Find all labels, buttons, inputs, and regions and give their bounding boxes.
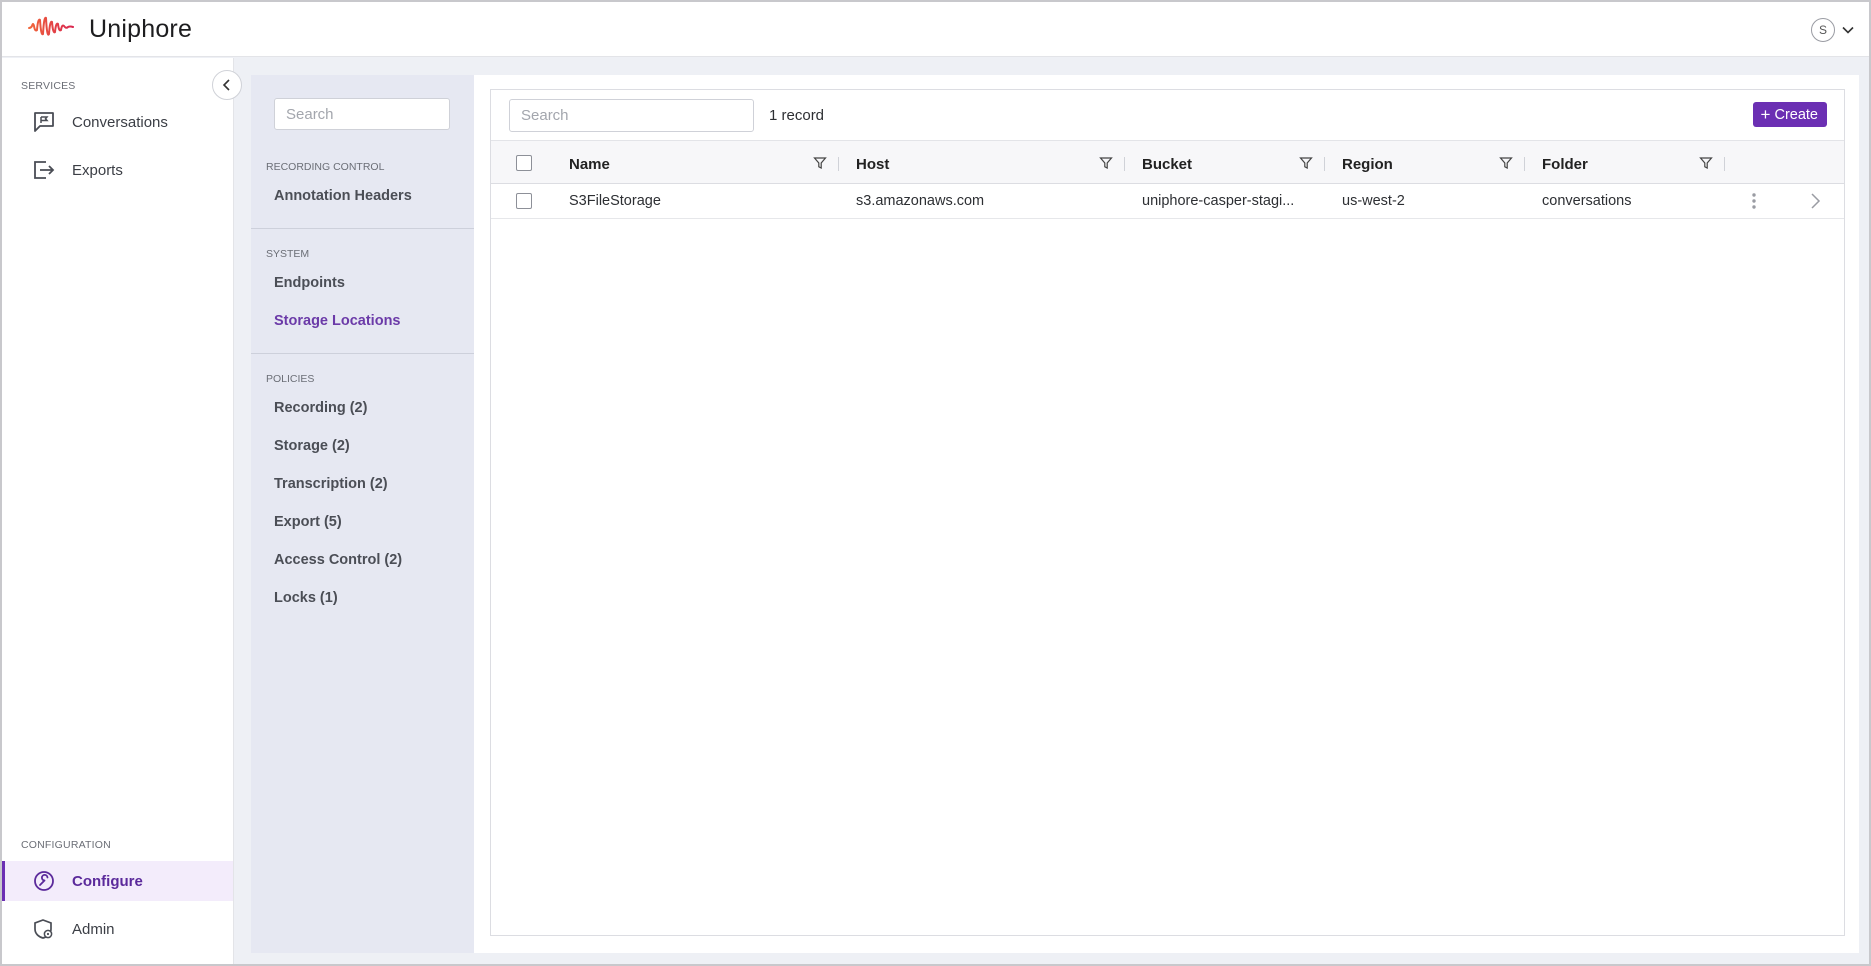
grid-search-input[interactable] (509, 99, 754, 132)
left-sidebar: SERVICES Conversations Exports CONFIGURA… (2, 58, 234, 964)
grid-toolbar: 1 record + Create (491, 90, 1844, 140)
create-button[interactable]: + Create (1752, 102, 1827, 127)
cell-name: S3FileStorage (569, 193, 661, 209)
subnav-item-access-control[interactable]: Access Control (2) (274, 552, 402, 568)
sidebar-item-label: Conversations (72, 113, 168, 131)
subnav-item-endpoints[interactable]: Endpoints (274, 275, 345, 291)
subnav-item-recording[interactable]: Recording (2) (274, 400, 367, 416)
top-bar: Uniphore S (2, 2, 1869, 57)
column-separator[interactable] (1524, 157, 1525, 171)
brand-name: Uniphore (89, 15, 193, 43)
cell-region: us-west-2 (1342, 193, 1405, 209)
chevron-right-icon[interactable] (1809, 192, 1821, 210)
sidebar-item-label: Configure (72, 872, 143, 890)
waveform-logo-icon (28, 16, 74, 36)
configure-subnav: RECORDING CONTROL Annotation Headers SYS… (251, 75, 474, 953)
column-separator[interactable] (1324, 157, 1325, 171)
record-count: 1 record (769, 107, 825, 124)
divider (251, 228, 474, 229)
subnav-item-annotation-headers[interactable]: Annotation Headers (274, 188, 412, 204)
table-row[interactable]: S3FileStorage s3.amazonaws.com uniphore-… (491, 184, 1844, 219)
storage-locations-grid: 1 record + Create Name Host Bucket Regio… (490, 89, 1845, 936)
collapse-sidebar-button[interactable] (212, 70, 242, 100)
wrench-icon (34, 871, 54, 891)
divider (251, 353, 474, 354)
column-separator[interactable] (1124, 157, 1125, 171)
filter-icon[interactable] (813, 156, 827, 170)
sidebar-item-label: Exports (72, 161, 123, 179)
create-button-label: Create (1774, 106, 1818, 123)
column-separator[interactable] (1724, 157, 1725, 171)
user-menu[interactable]: S (1811, 18, 1855, 42)
column-header-host[interactable]: Host (856, 156, 889, 173)
chat-flag-icon (34, 112, 54, 132)
filter-icon[interactable] (1099, 156, 1113, 170)
section-label-recording-control: RECORDING CONTROL (266, 161, 385, 173)
filter-icon[interactable] (1499, 156, 1513, 170)
column-header-region[interactable]: Region (1342, 156, 1393, 173)
avatar[interactable]: S (1811, 18, 1835, 42)
sidebar-item-admin[interactable]: Admin (2, 909, 233, 949)
sidebar-item-exports[interactable]: Exports (2, 150, 233, 190)
chevron-down-icon[interactable] (1841, 23, 1855, 37)
export-icon (34, 161, 55, 179)
chevron-left-icon (222, 79, 230, 91)
subnav-item-transcription[interactable]: Transcription (2) (274, 476, 388, 492)
section-label-services: SERVICES (21, 80, 76, 92)
section-label-policies: POLICIES (266, 373, 315, 385)
subnav-search-input[interactable] (274, 98, 450, 130)
shield-gear-icon (34, 919, 53, 939)
filter-icon[interactable] (1299, 156, 1313, 170)
subnav-item-storage-locations[interactable]: Storage Locations (274, 313, 401, 329)
section-label-configuration: CONFIGURATION (21, 839, 111, 851)
main-content: 1 record + Create Name Host Bucket Regio… (474, 75, 1859, 953)
row-checkbox[interactable] (516, 193, 532, 209)
sidebar-item-conversations[interactable]: Conversations (2, 102, 233, 142)
column-header-folder[interactable]: Folder (1542, 156, 1588, 173)
select-all-checkbox[interactable] (516, 155, 532, 171)
cell-bucket: uniphore-casper-stagi... (1142, 193, 1295, 209)
sidebar-item-label: Admin (72, 920, 115, 938)
subnav-item-storage[interactable]: Storage (2) (274, 438, 350, 454)
filter-icon[interactable] (1699, 156, 1713, 170)
section-label-system: SYSTEM (266, 248, 310, 260)
cell-host: s3.amazonaws.com (856, 193, 985, 209)
column-header-name[interactable]: Name (569, 156, 610, 173)
column-separator[interactable] (838, 157, 839, 171)
column-header-bucket[interactable]: Bucket (1142, 156, 1192, 173)
table-header: Name Host Bucket Region Folder (491, 140, 1844, 184)
sidebar-item-configure[interactable]: Configure (2, 861, 233, 901)
cell-folder: conversations (1542, 193, 1632, 209)
plus-icon: + (1760, 104, 1771, 124)
subnav-item-locks[interactable]: Locks (1) (274, 590, 338, 606)
subnav-item-export[interactable]: Export (5) (274, 514, 342, 530)
uniphore-logo[interactable] (28, 16, 74, 38)
kebab-menu-icon[interactable] (1751, 192, 1757, 210)
